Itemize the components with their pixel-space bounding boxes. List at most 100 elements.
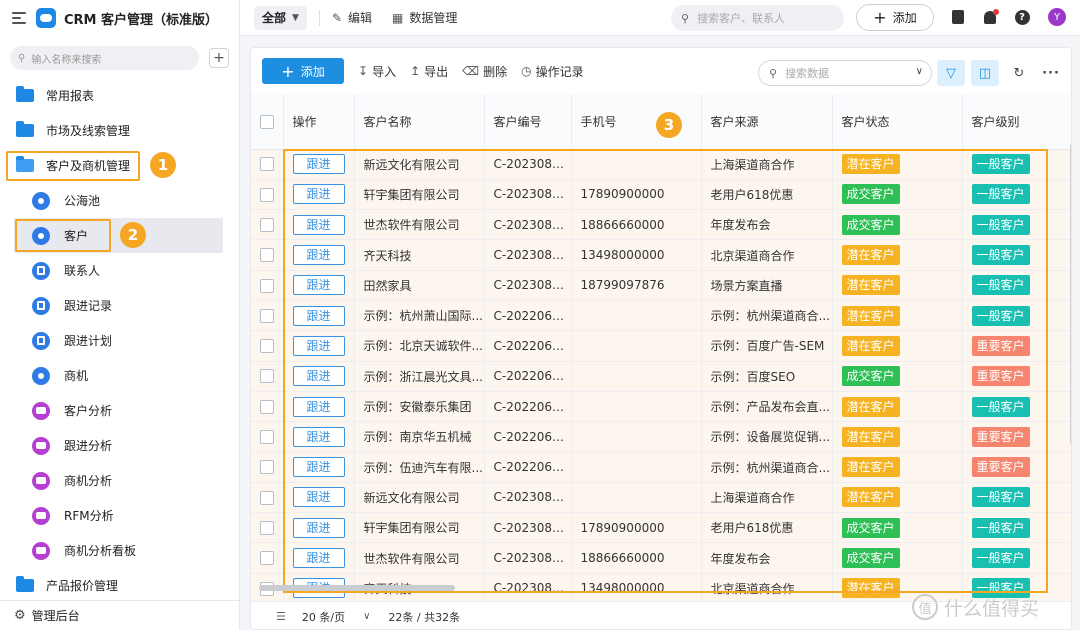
- filter-button[interactable]: ▽: [937, 60, 965, 86]
- sidebar-item-public-pool[interactable]: 公海池: [0, 183, 239, 218]
- row-checkbox[interactable]: [260, 460, 274, 475]
- table-row[interactable]: 跟进 世杰软件有限公司 C-20230809... 18866660000 年度发布会成…: [251, 542, 1071, 574]
- row-checkbox[interactable]: [260, 217, 274, 232]
- sidebar-item-opportunity-dashboard[interactable]: 商机分析看板: [0, 533, 239, 568]
- customer-name-cell[interactable]: 示例：安徽泰乐集团: [354, 391, 485, 423]
- table-row[interactable]: 跟进 轩宇集团有限公司 C-20230809... 17890900000 老用户618…: [251, 179, 1071, 211]
- table-row[interactable]: 跟进 新远文化有限公司 C-20230809... 上海渠道商合作 潜在客户 一般客户: [251, 482, 1071, 514]
- sidebar-search-input[interactable]: ⚲ 输入名称来搜索: [10, 46, 199, 70]
- admin-backend-link[interactable]: ⚙ 管理后台: [0, 600, 239, 630]
- sidebar-item-customers[interactable]: 客户 2: [14, 218, 223, 253]
- row-checkbox[interactable]: [260, 430, 274, 445]
- follow-up-button[interactable]: 跟进: [292, 214, 345, 235]
- customer-name-cell[interactable]: 示例：伍迪汽车有限...: [354, 451, 485, 483]
- customer-name-cell[interactable]: 示例：杭州萧山国际...: [354, 300, 485, 332]
- sidebar-item-customer-analysis[interactable]: 客户分析: [0, 393, 239, 428]
- follow-up-button[interactable]: 跟进: [292, 366, 345, 387]
- column-header[interactable]: 客户级别: [962, 94, 1071, 150]
- sidebar-item-opportunities[interactable]: 商机: [0, 358, 239, 393]
- follow-up-button[interactable]: 跟进: [292, 457, 345, 478]
- customer-name-cell[interactable]: 齐天科技: [354, 239, 485, 271]
- import-button[interactable]: ↧ 导入: [358, 63, 396, 80]
- page-size-selector[interactable]: 20 条/页: [302, 609, 345, 625]
- select-all-checkbox[interactable]: [260, 114, 274, 129]
- table-row[interactable]: 跟进 轩宇集团有限公司 C-20230809... 17890900000 老用户618…: [251, 512, 1071, 544]
- customer-name-cell[interactable]: 示例：浙江晨光文具...: [354, 361, 485, 392]
- chevron-down-icon[interactable]: ∨: [363, 611, 370, 622]
- follow-up-button[interactable]: 跟进: [292, 396, 345, 417]
- follow-up-button[interactable]: 跟进: [292, 548, 345, 568]
- column-header[interactable]: 操作: [283, 94, 355, 150]
- follow-up-button[interactable]: 跟进: [292, 305, 345, 326]
- help-icon[interactable]: ?: [1014, 9, 1030, 25]
- book-icon[interactable]: [950, 9, 966, 25]
- column-header[interactable]: 客户状态: [832, 94, 963, 150]
- row-checkbox[interactable]: [260, 157, 274, 172]
- operation-log-button[interactable]: ◷ 操作记录: [521, 63, 584, 80]
- horizontal-scrollbar[interactable]: [259, 585, 455, 591]
- table-row[interactable]: 跟进 新远文化有限公司 C-20230809... 上海渠道商合作 潜在客户 一般客户: [251, 149, 1071, 180]
- top-add-button[interactable]: + 添加: [856, 4, 934, 31]
- follow-up-button[interactable]: 跟进: [292, 245, 345, 266]
- nav-group-customers[interactable]: 客户及商机管理 1: [0, 148, 239, 183]
- column-header[interactable]: 客户名称: [354, 94, 485, 150]
- customer-name-cell[interactable]: 轩宇集团有限公司: [354, 179, 485, 211]
- follow-up-button[interactable]: 跟进: [292, 517, 345, 538]
- sidebar-item-contacts[interactable]: 联系人: [0, 253, 239, 288]
- sidebar-item-rfm-analysis[interactable]: RFM分析: [0, 498, 239, 533]
- table-row[interactable]: 跟进 示例：南京华五机械 C-20220614... 示例：设备展览促销... 潜在客户…: [251, 421, 1071, 453]
- table-row[interactable]: 跟进 示例：北京天诚软件... C-20220614... 示例：百度广告-SEM 潜在…: [251, 330, 1071, 362]
- user-avatar[interactable]: Y: [1048, 8, 1066, 26]
- row-checkbox[interactable]: [260, 551, 274, 566]
- nav-group-marketing[interactable]: 市场及线索管理: [0, 113, 239, 148]
- edit-button[interactable]: ✎ 编辑: [332, 9, 372, 26]
- column-header[interactable]: 客户编号: [484, 94, 572, 150]
- data-search-input[interactable]: ⚲ 搜索数据 ∨: [758, 60, 932, 86]
- follow-up-button[interactable]: 跟进: [292, 487, 345, 508]
- nav-group-quotes[interactable]: 产品报价管理: [0, 568, 239, 603]
- more-options-button[interactable]: ···: [1037, 60, 1065, 86]
- sidebar-item-follow-plans[interactable]: 跟进计划: [0, 323, 239, 358]
- follow-up-button[interactable]: 跟进: [292, 335, 345, 356]
- table-row[interactable]: 跟进齐天科技C-20230809...13498000000北京渠道商合作潜在客…: [251, 239, 1071, 271]
- follow-up-button[interactable]: 跟进: [292, 426, 345, 447]
- customer-name-cell[interactable]: 新远文化有限公司: [354, 149, 485, 180]
- delete-button[interactable]: ⌫ 删除: [462, 63, 507, 80]
- column-header[interactable]: 客户来源: [701, 94, 833, 150]
- customer-name-cell[interactable]: 新远文化有限公司: [354, 482, 485, 514]
- follow-up-button[interactable]: 跟进: [292, 154, 345, 175]
- row-checkbox[interactable]: [260, 248, 274, 263]
- table-row[interactable]: 跟进 示例：杭州萧山国际... C-20220614... 示例：杭州渠道商合... 潜…: [251, 300, 1071, 332]
- table-row[interactable]: 跟进 示例：浙江晨光文具... C-20220614... 示例：百度SEO 成交客户 重…: [251, 361, 1071, 392]
- row-checkbox[interactable]: [260, 399, 274, 414]
- add-record-button[interactable]: + 添加: [262, 58, 344, 84]
- table-row[interactable]: 跟进 世杰软件有限公司 C-20230809... 18866660000 年度发布会成…: [251, 209, 1071, 241]
- table-row[interactable]: 跟进 示例：安徽泰乐集团 C-20220614... 示例：产品发布会直... 潜在客户…: [251, 391, 1071, 423]
- view-selector[interactable]: 全部 ▼: [254, 5, 307, 30]
- row-checkbox[interactable]: [260, 308, 274, 323]
- table-row[interactable]: 跟进 示例：伍迪汽车有限... C-20220614... 示例：杭州渠道商合... 潜…: [251, 451, 1071, 483]
- row-checkbox[interactable]: [260, 187, 274, 202]
- column-settings-icon[interactable]: ☰: [276, 610, 286, 623]
- sidebar-item-follow-records[interactable]: 跟进记录: [0, 288, 239, 323]
- sidebar-item-follow-analysis[interactable]: 跟进分析: [0, 428, 239, 463]
- customer-name-cell[interactable]: 轩宇集团有限公司: [354, 512, 485, 544]
- customer-name-cell[interactable]: 田然家具: [354, 270, 485, 301]
- row-checkbox[interactable]: [260, 278, 274, 293]
- global-search-input[interactable]: ⚲ 搜索客户、联系人: [671, 5, 844, 31]
- data-manage-button[interactable]: ▦ 数据管理: [392, 9, 457, 26]
- row-checkbox[interactable]: [260, 369, 274, 384]
- follow-up-button[interactable]: 跟进: [292, 275, 345, 296]
- hamburger-menu-icon[interactable]: [12, 12, 26, 24]
- follow-up-button[interactable]: 跟进: [292, 184, 345, 205]
- vertical-scrollbar[interactable]: [1070, 144, 1071, 444]
- sidebar-add-button[interactable]: +: [209, 48, 229, 68]
- sidebar-item-opportunity-analysis[interactable]: 商机分析: [0, 463, 239, 498]
- table-row[interactable]: 跟进 田然家具 C-20230809... 18799097876 场景方案直播 潜在客户…: [251, 270, 1071, 301]
- export-button[interactable]: ↥ 导出: [410, 63, 448, 80]
- customer-name-cell[interactable]: 示例：南京华五机械: [354, 421, 485, 453]
- row-checkbox[interactable]: [260, 490, 274, 505]
- nav-group-reports[interactable]: 常用报表: [0, 78, 239, 113]
- row-checkbox[interactable]: [260, 520, 274, 535]
- view-switch-button[interactable]: ◫: [971, 60, 999, 86]
